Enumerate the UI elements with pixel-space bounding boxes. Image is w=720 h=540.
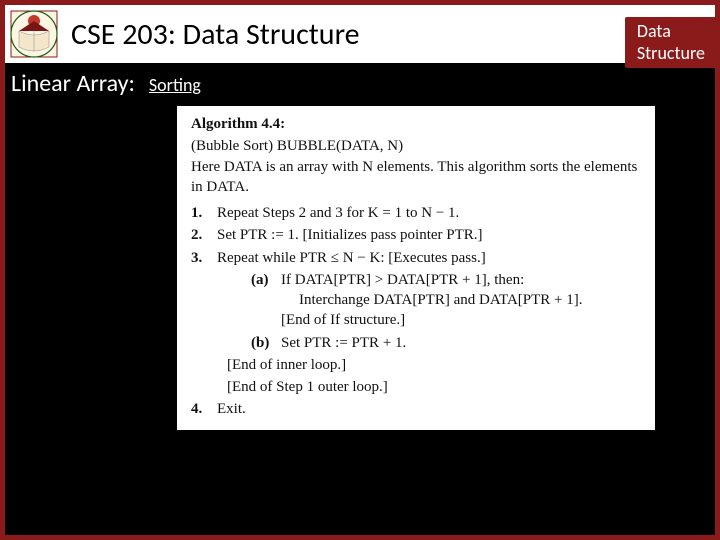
slide: CSE 203: Data Structure Data Structure L…: [5, 5, 715, 535]
step-row: 1. Repeat Steps 2 and 3 for K = 1 to N −…: [191, 203, 641, 223]
step-text: Set PTR := 1. [Initializes pass pointer …: [217, 225, 641, 245]
end-if: [End of If structure.]: [281, 310, 641, 330]
substep-b: (b) Set PTR := PTR + 1.: [251, 333, 641, 353]
algorithm-steps: 1. Repeat Steps 2 and 3 for K = 1 to N −…: [191, 203, 641, 420]
step-text: Repeat Steps 2 and 3 for K = 1 to N − 1.: [217, 203, 641, 223]
algorithm-intro: (Bubble Sort) BUBBLE(DATA, N) Here DATA …: [191, 136, 641, 197]
section-title: Linear Array:: [11, 69, 135, 98]
university-logo-icon: [9, 9, 59, 59]
step-row: 3. Repeat while PTR ≤ N − K: [Executes p…: [191, 248, 641, 268]
header-bar: CSE 203: Data Structure: [5, 5, 715, 63]
algorithm-box: Algorithm 4.4: (Bubble Sort) BUBBLE(DATA…: [177, 106, 655, 430]
step-row: 4. Exit.: [191, 399, 641, 419]
step-number: 1.: [191, 203, 217, 223]
badge-line-2: Structure: [637, 43, 705, 65]
end-inner-loop: [End of inner loop.]: [227, 355, 641, 375]
substep-text: If DATA[PTR] > DATA[PTR + 1], then:: [281, 270, 641, 290]
step-number: 4.: [191, 399, 217, 419]
subheader: Linear Array: Sorting: [5, 63, 715, 102]
step-text: Exit.: [217, 399, 641, 419]
course-title: CSE 203: Data Structure: [71, 16, 360, 53]
substep-text: Interchange DATA[PTR] and DATA[PTR + 1].: [299, 290, 641, 310]
badge-line-1: Data: [637, 21, 705, 43]
substep-a: (a) If DATA[PTR] > DATA[PTR + 1], then: …: [251, 270, 641, 331]
step-text: Repeat while PTR ≤ N − K: [Executes pass…: [217, 248, 641, 268]
step-number: 3.: [191, 248, 217, 268]
intro-line-1: (Bubble Sort) BUBBLE(DATA, N): [191, 136, 641, 156]
algorithm-heading: Algorithm 4.4:: [191, 114, 641, 134]
topic-badge: Data Structure: [625, 17, 715, 68]
step-row: 2. Set PTR := 1. [Initializes pass point…: [191, 225, 641, 245]
topic-label: Sorting: [149, 74, 201, 96]
substep-label: (a): [251, 270, 281, 290]
intro-line-2: Here DATA is an array with N elements. T…: [191, 157, 641, 198]
substep-text: Set PTR := PTR + 1.: [281, 333, 641, 353]
substep-label: (b): [251, 333, 281, 353]
end-outer-loop: [End of Step 1 outer loop.]: [227, 377, 641, 397]
step-number: 2.: [191, 225, 217, 245]
